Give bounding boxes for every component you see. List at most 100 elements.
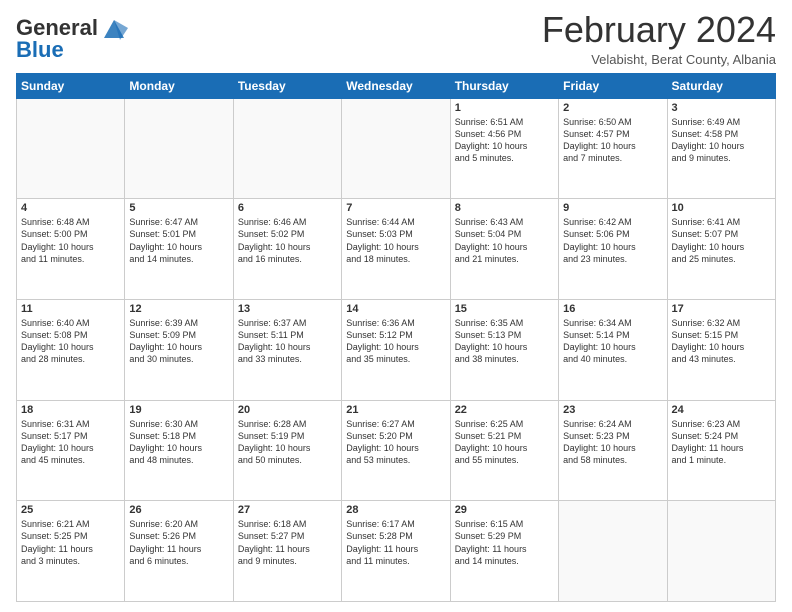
calendar-cell: 3 Sunrise: 6:49 AM Sunset: 4:58 PM Daylig…	[667, 98, 775, 199]
calendar-cell: 21Sunrise: 6:27 AM Sunset: 5:20 PM Dayli…	[342, 400, 450, 501]
header: General Blue February 2024 Velabisht, Be…	[16, 10, 776, 67]
calendar-week-row: 11 Sunrise: 6:40 AM Sunset: 5:08 PM Dayli…	[17, 299, 776, 400]
calendar-cell: 22Sunrise: 6:25 AM Sunset: 5:21 PM Dayli…	[450, 400, 558, 501]
calendar-cell: 1 Sunrise: 6:51 AM Sunset: 4:56 PM Daylig…	[450, 98, 558, 199]
day-number: 20	[238, 404, 337, 416]
calendar-table: SundayMondayTuesdayWednesdayThursdayFrid…	[16, 73, 776, 602]
day-number: 1	[455, 102, 554, 114]
calendar-cell: 6 Sunrise: 6:46 AM Sunset: 5:02 PM Daylig…	[233, 199, 341, 300]
day-number: 27	[238, 504, 337, 516]
day-info: Sunrise: 6:37 AM Sunset: 5:11 PM Dayligh…	[238, 317, 337, 366]
calendar-cell: 15 Sunrise: 6:35 AM Sunset: 5:13 PM Dayli…	[450, 299, 558, 400]
day-info: Sunrise: 6:31 AM Sunset: 5:17 PM Dayligh…	[21, 418, 120, 467]
calendar-cell: 14 Sunrise: 6:36 AM Sunset: 5:12 PM Dayli…	[342, 299, 450, 400]
calendar-cell	[125, 98, 233, 199]
logo-blue-text: Blue	[16, 38, 64, 62]
title-block: February 2024 Velabisht, Berat County, A…	[542, 10, 776, 67]
calendar-dow-sunday: Sunday	[17, 73, 125, 98]
logo-icon	[100, 14, 128, 42]
calendar-cell: 4 Sunrise: 6:48 AM Sunset: 5:00 PM Daylig…	[17, 199, 125, 300]
day-number: 23	[563, 404, 662, 416]
calendar-cell	[342, 98, 450, 199]
day-number: 14	[346, 303, 445, 315]
calendar-cell	[17, 98, 125, 199]
logo: General Blue	[16, 14, 128, 62]
calendar-header-row: SundayMondayTuesdayWednesdayThursdayFrid…	[17, 73, 776, 98]
day-number: 6	[238, 202, 337, 214]
calendar-cell: 26Sunrise: 6:20 AM Sunset: 5:26 PM Dayli…	[125, 501, 233, 602]
calendar-dow-tuesday: Tuesday	[233, 73, 341, 98]
calendar-dow-friday: Friday	[559, 73, 667, 98]
calendar-cell	[233, 98, 341, 199]
day-number: 9	[563, 202, 662, 214]
day-number: 11	[21, 303, 120, 315]
day-info: Sunrise: 6:25 AM Sunset: 5:21 PM Dayligh…	[455, 418, 554, 467]
day-number: 21	[346, 404, 445, 416]
calendar-cell: 9 Sunrise: 6:42 AM Sunset: 5:06 PM Daylig…	[559, 199, 667, 300]
calendar-cell: 16 Sunrise: 6:34 AM Sunset: 5:14 PM Dayli…	[559, 299, 667, 400]
calendar-cell	[667, 501, 775, 602]
calendar-dow-wednesday: Wednesday	[342, 73, 450, 98]
day-info: Sunrise: 6:44 AM Sunset: 5:03 PM Dayligh…	[346, 216, 445, 265]
calendar-cell: 23 Sunrise: 6:24 AM Sunset: 5:23 PM Dayli…	[559, 400, 667, 501]
calendar-cell: 13 Sunrise: 6:37 AM Sunset: 5:11 PM Dayli…	[233, 299, 341, 400]
day-info: Sunrise: 6:48 AM Sunset: 5:00 PM Dayligh…	[21, 216, 120, 265]
day-number: 5	[129, 202, 228, 214]
calendar-cell: 29 Sunrise: 6:15 AM Sunset: 5:29 PM Dayli…	[450, 501, 558, 602]
day-info: Sunrise: 6:42 AM Sunset: 5:06 PM Dayligh…	[563, 216, 662, 265]
day-info: Sunrise: 6:32 AM Sunset: 5:15 PM Dayligh…	[672, 317, 771, 366]
calendar-cell: 10Sunrise: 6:41 AM Sunset: 5:07 PM Dayli…	[667, 199, 775, 300]
day-number: 3	[672, 102, 771, 114]
calendar-dow-monday: Monday	[125, 73, 233, 98]
calendar-dow-saturday: Saturday	[667, 73, 775, 98]
day-info: Sunrise: 6:20 AM Sunset: 5:26 PM Dayligh…	[129, 518, 228, 567]
day-info: Sunrise: 6:40 AM Sunset: 5:08 PM Dayligh…	[21, 317, 120, 366]
day-info: Sunrise: 6:34 AM Sunset: 5:14 PM Dayligh…	[563, 317, 662, 366]
calendar-week-row: 1 Sunrise: 6:51 AM Sunset: 4:56 PM Daylig…	[17, 98, 776, 199]
day-info: Sunrise: 6:36 AM Sunset: 5:12 PM Dayligh…	[346, 317, 445, 366]
day-info: Sunrise: 6:46 AM Sunset: 5:02 PM Dayligh…	[238, 216, 337, 265]
day-number: 4	[21, 202, 120, 214]
day-info: Sunrise: 6:23 AM Sunset: 5:24 PM Dayligh…	[672, 418, 771, 467]
day-info: Sunrise: 6:35 AM Sunset: 5:13 PM Dayligh…	[455, 317, 554, 366]
calendar-cell: 11 Sunrise: 6:40 AM Sunset: 5:08 PM Dayli…	[17, 299, 125, 400]
calendar-cell: 27 Sunrise: 6:18 AM Sunset: 5:27 PM Dayli…	[233, 501, 341, 602]
day-info: Sunrise: 6:24 AM Sunset: 5:23 PM Dayligh…	[563, 418, 662, 467]
page: General Blue February 2024 Velabisht, Be…	[0, 0, 792, 612]
day-number: 24	[672, 404, 771, 416]
day-number: 13	[238, 303, 337, 315]
calendar-dow-thursday: Thursday	[450, 73, 558, 98]
day-number: 16	[563, 303, 662, 315]
subtitle: Velabisht, Berat County, Albania	[542, 52, 776, 67]
day-number: 18	[21, 404, 120, 416]
day-number: 19	[129, 404, 228, 416]
calendar-cell: 19 Sunrise: 6:30 AM Sunset: 5:18 PM Dayli…	[125, 400, 233, 501]
calendar-week-row: 4 Sunrise: 6:48 AM Sunset: 5:00 PM Daylig…	[17, 199, 776, 300]
calendar-cell: 8 Sunrise: 6:43 AM Sunset: 5:04 PM Daylig…	[450, 199, 558, 300]
day-number: 17	[672, 303, 771, 315]
day-info: Sunrise: 6:17 AM Sunset: 5:28 PM Dayligh…	[346, 518, 445, 567]
day-info: Sunrise: 6:43 AM Sunset: 5:04 PM Dayligh…	[455, 216, 554, 265]
calendar-cell: 7 Sunrise: 6:44 AM Sunset: 5:03 PM Daylig…	[342, 199, 450, 300]
day-info: Sunrise: 6:15 AM Sunset: 5:29 PM Dayligh…	[455, 518, 554, 567]
day-number: 10	[672, 202, 771, 214]
calendar-cell: 20 Sunrise: 6:28 AM Sunset: 5:19 PM Dayli…	[233, 400, 341, 501]
day-info: Sunrise: 6:30 AM Sunset: 5:18 PM Dayligh…	[129, 418, 228, 467]
day-info: Sunrise: 6:28 AM Sunset: 5:19 PM Dayligh…	[238, 418, 337, 467]
day-info: Sunrise: 6:49 AM Sunset: 4:58 PM Dayligh…	[672, 116, 771, 165]
day-info: Sunrise: 6:21 AM Sunset: 5:25 PM Dayligh…	[21, 518, 120, 567]
calendar-cell: 2 Sunrise: 6:50 AM Sunset: 4:57 PM Daylig…	[559, 98, 667, 199]
day-info: Sunrise: 6:50 AM Sunset: 4:57 PM Dayligh…	[563, 116, 662, 165]
day-info: Sunrise: 6:51 AM Sunset: 4:56 PM Dayligh…	[455, 116, 554, 165]
day-number: 7	[346, 202, 445, 214]
day-info: Sunrise: 6:18 AM Sunset: 5:27 PM Dayligh…	[238, 518, 337, 567]
month-title: February 2024	[542, 10, 776, 50]
calendar-cell: 18 Sunrise: 6:31 AM Sunset: 5:17 PM Dayli…	[17, 400, 125, 501]
day-number: 2	[563, 102, 662, 114]
day-number: 28	[346, 504, 445, 516]
day-number: 29	[455, 504, 554, 516]
day-number: 15	[455, 303, 554, 315]
calendar-cell: 25Sunrise: 6:21 AM Sunset: 5:25 PM Dayli…	[17, 501, 125, 602]
calendar-cell: 17 Sunrise: 6:32 AM Sunset: 5:15 PM Dayli…	[667, 299, 775, 400]
day-number: 8	[455, 202, 554, 214]
